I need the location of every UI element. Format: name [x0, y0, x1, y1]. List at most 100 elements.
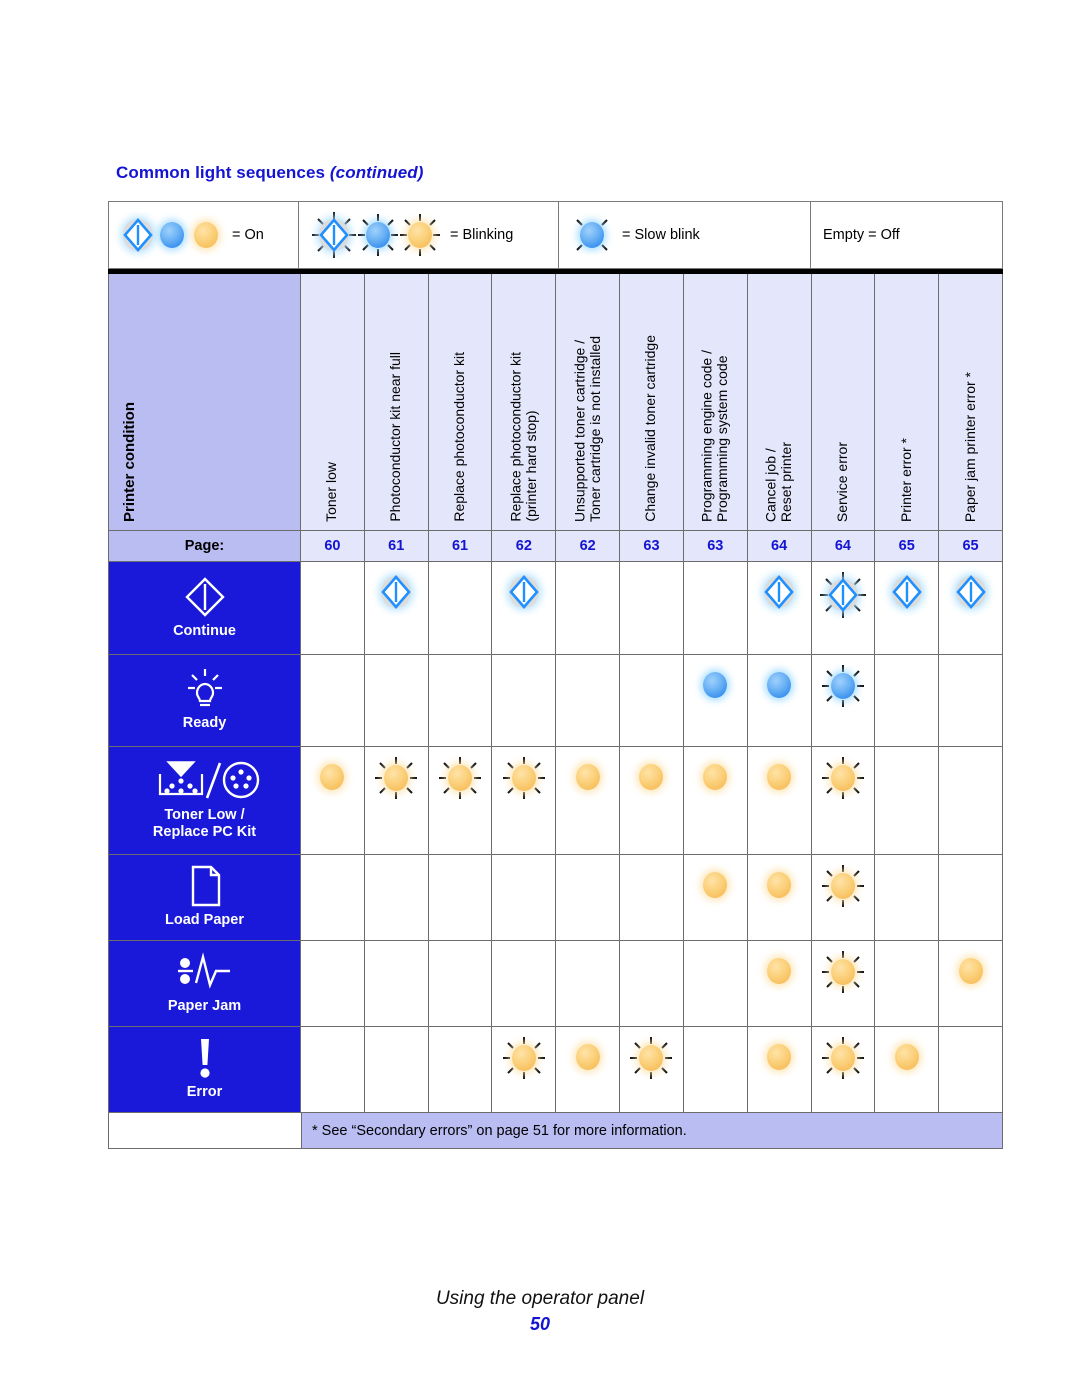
indicator-cell	[364, 855, 429, 940]
column-header-cancel-reset: Cancel job / Reset printer	[747, 274, 812, 530]
legend-label-blinking: = Blinking	[450, 227, 514, 243]
column-header-paper-jam-printer-error: Paper jam printer error *	[939, 274, 1002, 530]
page-footer: Using the operator panel 50	[0, 1288, 1080, 1335]
legend-label-on: = On	[232, 227, 264, 243]
amber-dot-blinking-indicator	[375, 757, 418, 799]
column-header-label: Unsupported toner cartridge / Toner cart…	[570, 336, 603, 522]
page-number: 65	[939, 531, 1002, 561]
indicator-cell	[939, 1027, 1002, 1112]
indicator-cell	[811, 562, 876, 654]
indicator-cell	[492, 562, 557, 654]
page-row-label: Page:	[109, 531, 301, 561]
state-load-paper: Load Paper	[109, 855, 301, 940]
indicator-cell	[428, 562, 493, 654]
table-row-error: Error	[109, 1026, 1002, 1112]
indicator-cell	[683, 747, 748, 854]
column-header-label: Paper jam printer error *	[961, 371, 978, 522]
amber-dot-blinking-indicator	[439, 757, 482, 799]
page-title-main: Common light sequences	[116, 163, 330, 182]
column-header-service-error: Service error	[811, 274, 876, 530]
indicator-cell	[301, 855, 365, 940]
state-ready: Ready	[109, 655, 301, 746]
page-number: 64	[747, 531, 812, 561]
amber-dot-on-indicator	[695, 865, 735, 905]
table-row-paper-jam: Paper Jam	[109, 940, 1002, 1026]
indicator-cell	[620, 655, 684, 746]
column-header-replace-photoconductor: Replace photoconductor kit	[428, 274, 493, 530]
legend-label-slow-blink: = Slow blink	[622, 227, 700, 243]
state-paper-jam: Paper Jam	[109, 941, 301, 1026]
manual-page: Common light sequences (continued) = On	[0, 0, 1080, 1397]
ready-lightbulb-icon	[180, 667, 230, 711]
amber-dot-on-indicator	[312, 757, 352, 797]
page-number: 64	[811, 531, 876, 561]
indicator-cell	[811, 941, 876, 1026]
indicator-cell	[747, 747, 812, 854]
indicator-cell	[556, 1027, 621, 1112]
indicator-cell	[939, 941, 1002, 1026]
column-header-label: Printer error *	[897, 437, 914, 522]
amber-dot-on-indicator	[759, 1037, 799, 1077]
error-exclamation-icon	[193, 1036, 217, 1080]
indicator-cell	[939, 747, 1002, 854]
legend-item-off: Empty = Off	[811, 202, 1002, 268]
table-row-continue: Continue	[109, 561, 1002, 654]
amber-dot-blinking-indicator	[502, 757, 545, 799]
indicator-cell	[364, 1027, 429, 1112]
page-title: Common light sequences (continued)	[116, 163, 424, 183]
page-number: 60	[301, 531, 365, 561]
indicator-cell	[683, 941, 748, 1026]
paper-jam-icon	[176, 950, 234, 994]
state-toner-low-replace-pc-kit: Toner Low / Replace PC Kit	[109, 747, 301, 854]
table-row-load-paper: Load Paper	[109, 854, 1002, 940]
indicator-cell	[492, 747, 557, 854]
indicator-cell	[428, 941, 493, 1026]
column-header-change-invalid-toner: Change invalid toner cartridge	[620, 274, 684, 530]
page-number: 63	[620, 531, 684, 561]
toner-low-replace-pc-kit-icon	[150, 759, 260, 803]
indicator-cell	[301, 562, 365, 654]
indicator-cell	[620, 855, 684, 940]
column-header-label: Service error	[834, 441, 851, 522]
amber-dot-on-indicator	[759, 865, 799, 905]
indicator-cell	[428, 855, 493, 940]
amber-dot-on-indicator	[887, 1037, 927, 1077]
indicator-cell	[556, 941, 621, 1026]
column-header-replace-photoconductor-hard-stop: Replace photoconductor kit (printer hard…	[492, 274, 557, 530]
amber-dot-on-indicator	[951, 951, 991, 991]
amber-dot-blinking-indicator	[821, 757, 864, 799]
indicator-cell	[620, 941, 684, 1026]
diamond-on-indicator	[951, 572, 991, 612]
amber-dot-blinking-indicator	[821, 951, 864, 993]
blue-dot-slow-blink-icon	[571, 213, 613, 257]
indicator-cell	[556, 855, 621, 940]
amber-dot-blinking-indicator	[502, 1037, 545, 1079]
indicator-cell	[620, 747, 684, 854]
indicator-cell	[747, 562, 812, 654]
indicator-cell	[492, 941, 557, 1026]
indicator-cell	[364, 562, 429, 654]
state-label: Paper Jam	[167, 998, 242, 1015]
indicator-cell	[428, 747, 493, 854]
table-row-toner-low: Toner Low / Replace PC Kit	[109, 746, 1002, 854]
indicator-cell	[811, 1027, 876, 1112]
printer-condition-label: Printer condition	[121, 402, 138, 522]
diamond-glyph	[319, 218, 349, 252]
indicator-cell	[301, 747, 365, 854]
column-header-label: Photoconductor kit near full	[387, 352, 404, 522]
diamond-on-indicator	[759, 572, 799, 612]
diamond-on-indicator	[504, 572, 544, 612]
indicator-cell	[492, 855, 557, 940]
indicator-cell	[683, 855, 748, 940]
amber-dot-blinking-icon	[399, 213, 441, 257]
blue-dot-on-indicator	[759, 665, 799, 705]
amber-dot-blinking-indicator	[821, 1037, 864, 1079]
indicator-cell	[875, 941, 940, 1026]
page-title-continued: (continued)	[329, 163, 424, 182]
indicator-cell	[811, 655, 876, 746]
legend-item-blinking: = Blinking	[299, 202, 559, 268]
indicator-cell	[939, 655, 1002, 746]
legend-item-on: = On	[109, 202, 299, 268]
indicator-cell	[939, 562, 1002, 654]
legend-item-slow-blink: = Slow blink	[559, 202, 811, 268]
